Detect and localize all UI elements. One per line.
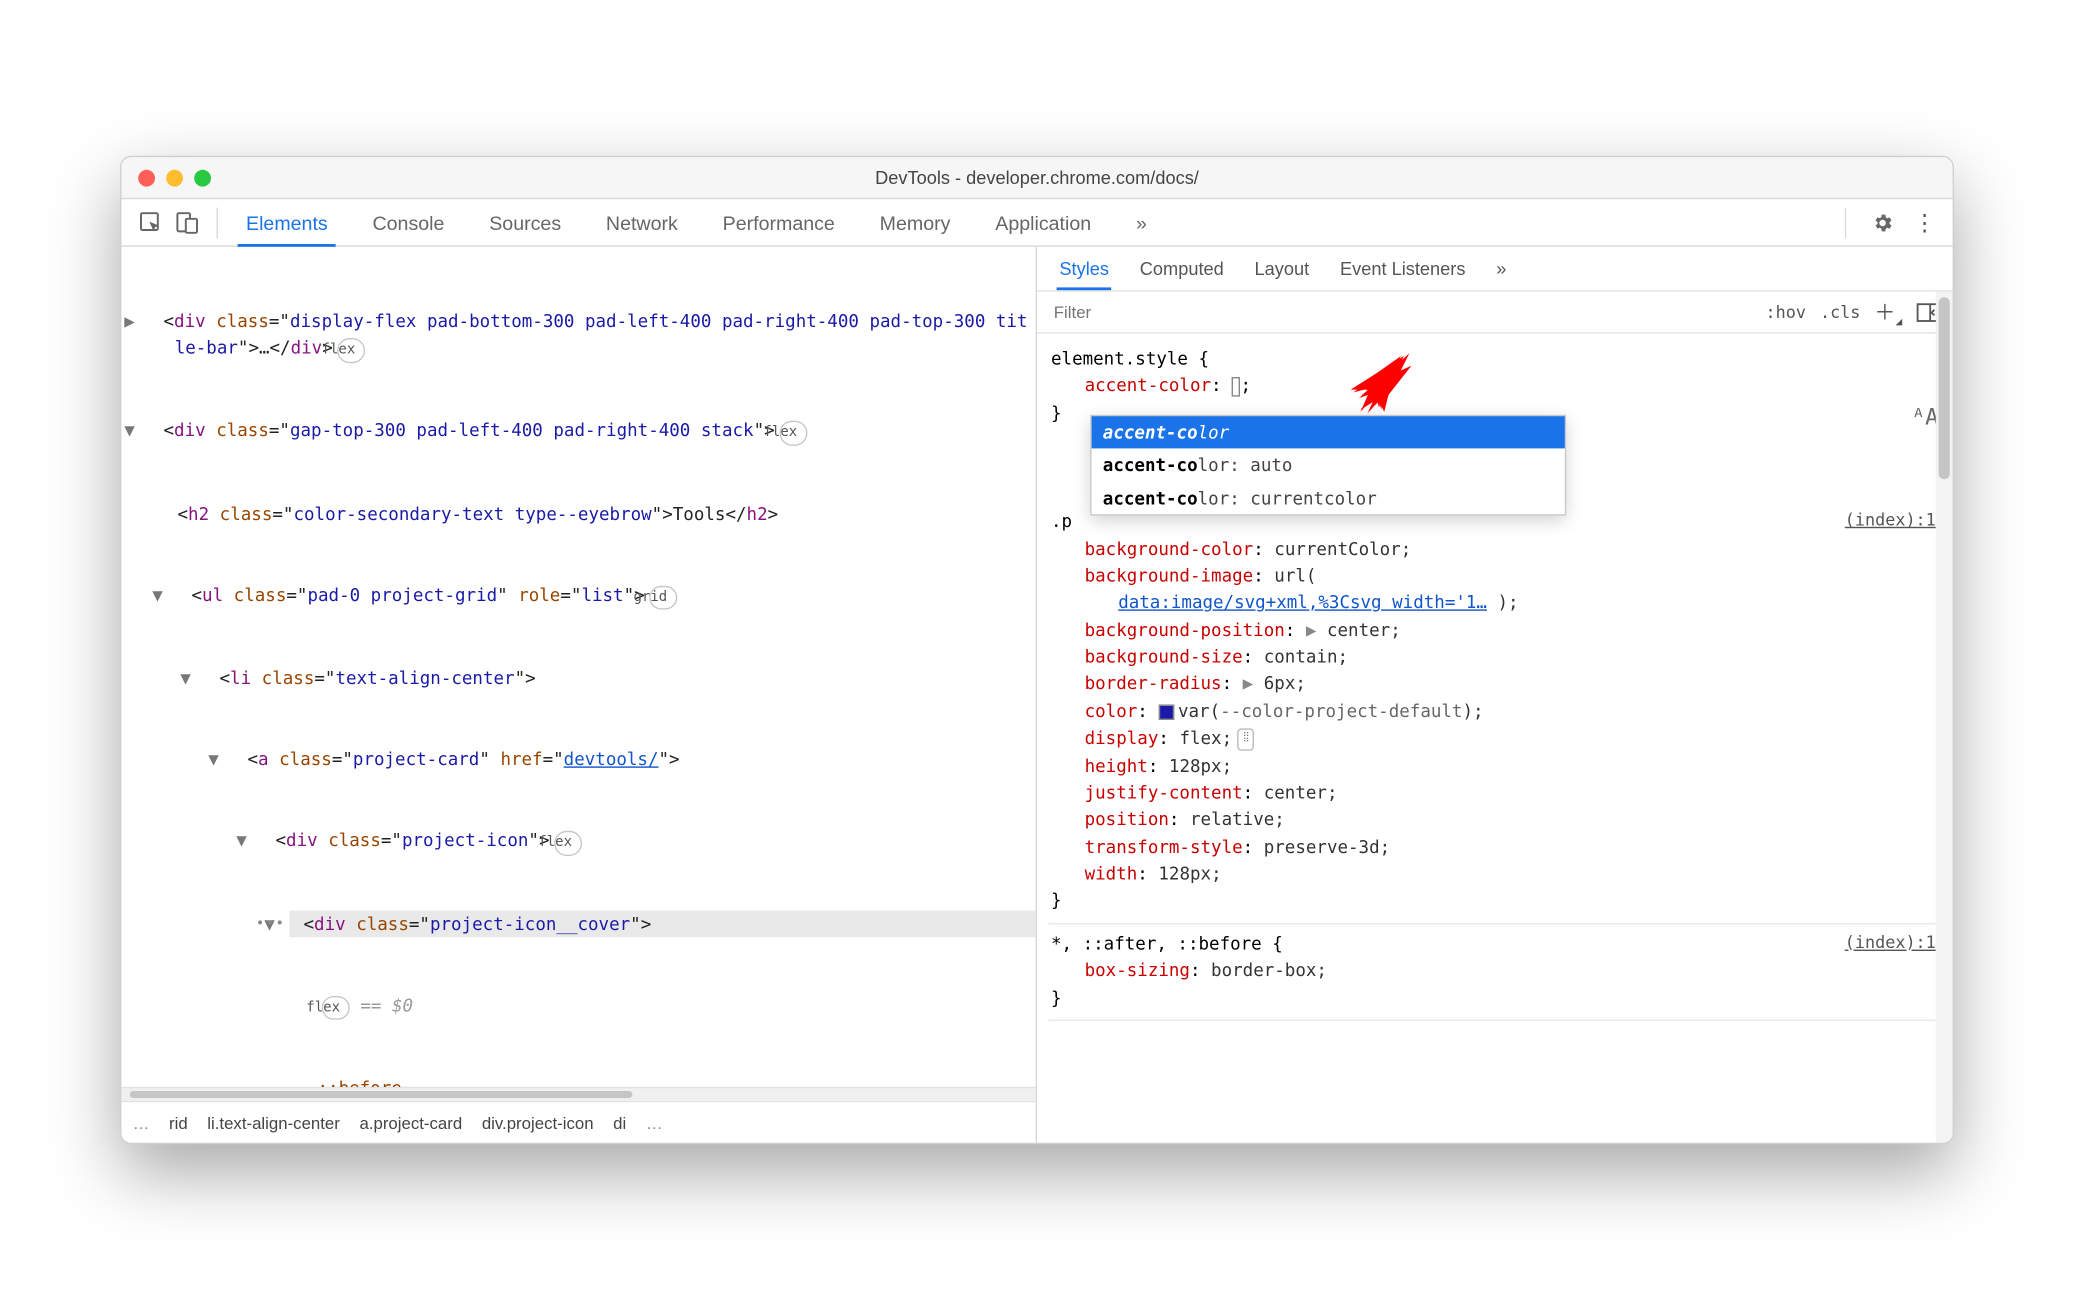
tab-application[interactable]: Application [973, 199, 1114, 245]
tab-sources[interactable]: Sources [467, 199, 584, 245]
subtab-styles[interactable]: Styles [1057, 249, 1112, 290]
crumb-ellipsis[interactable]: … [133, 1113, 150, 1133]
h2-text: Tools [673, 502, 726, 523]
devtools-tabs: Elements Console Sources Network Perform… [121, 199, 1952, 247]
minimize-window-button[interactable] [166, 169, 183, 186]
autocomplete-item[interactable]: accent-color: currentcolor [1092, 482, 1565, 515]
subtab-more[interactable]: » [1493, 250, 1509, 288]
brace-close: } [1051, 984, 1939, 1011]
color-swatch-icon[interactable] [1158, 704, 1173, 719]
autocomplete-item[interactable]: accent-color: auto [1092, 449, 1565, 482]
tab-more[interactable]: » [1114, 199, 1170, 245]
traffic-lights [138, 169, 211, 186]
editing-property[interactable]: accent-color [1085, 375, 1211, 396]
selector-truncated: .p [1051, 510, 1072, 531]
styles-subtabs: Styles Computed Layout Event Listeners » [1037, 247, 1953, 292]
window-title: DevTools - developer.chrome.com/docs/ [121, 167, 1952, 188]
cls-toggle[interactable]: .cls [1820, 302, 1860, 322]
tab-network[interactable]: Network [584, 199, 701, 245]
brace-close: } [1051, 887, 1939, 914]
styles-panel: Styles Computed Layout Event Listeners »… [1037, 247, 1953, 1143]
subtab-layout[interactable]: Layout [1252, 250, 1312, 288]
style-rules[interactable]: ᴬA element.style { accent-color: ; } acc… [1037, 334, 1953, 1143]
selector-universal: *, ::after, ::before { [1051, 930, 1939, 957]
new-rule-button[interactable]: ＋◢ [1874, 297, 1902, 328]
autocomplete-dropdown[interactable]: accent-color accent-color: auto accent-c… [1090, 415, 1566, 516]
main-panes: ▶<div class="display-flex pad-bottom-300… [121, 247, 1952, 1143]
editing-value: ; [1241, 375, 1252, 396]
rule-source-link[interactable]: (index):1 [1845, 507, 1936, 533]
more-menu-icon[interactable]: ⋮ [1913, 208, 1935, 236]
layout-pill-flex[interactable]: flex [322, 995, 350, 1020]
subtab-event-listeners[interactable]: Event Listeners [1337, 250, 1468, 288]
breadcrumb[interactable]: … rid li.text-align-center a.project-car… [121, 1101, 1035, 1143]
crumb-item[interactable]: rid [169, 1113, 188, 1133]
rule-universal[interactable]: (index):1 *, ::after, ::before { box-siz… [1048, 924, 1941, 1021]
autocomplete-item[interactable]: accent-color [1092, 416, 1565, 449]
pointer-arrow-icon [1342, 350, 1412, 420]
tab-memory[interactable]: Memory [857, 199, 973, 245]
subtab-computed[interactable]: Computed [1137, 250, 1227, 288]
dom-href-link[interactable]: devtools/ [564, 748, 659, 769]
inspect-icon[interactable] [138, 210, 163, 235]
zoom-window-button[interactable] [194, 169, 211, 186]
tab-console[interactable]: Console [350, 199, 467, 245]
titlebar: DevTools - developer.chrome.com/docs/ [121, 157, 1952, 199]
layout-pill-flex[interactable]: flex [779, 421, 807, 446]
console-selected-marker: == $0 [350, 994, 413, 1015]
bg-image-url-link[interactable]: data:image/svg+xml,%3Csvg width='1… [1118, 592, 1487, 613]
crumb-item[interactable]: di [613, 1113, 626, 1133]
selector-element-style: element.style { [1051, 345, 1939, 372]
crumb-item[interactable]: a.project-card [359, 1113, 462, 1133]
device-toggle-icon[interactable] [175, 210, 200, 235]
styles-filter-input[interactable] [1051, 301, 1751, 323]
styles-filter-bar: :hov .cls ＋◢ [1037, 292, 1953, 334]
crumb-item[interactable]: div.project-icon [482, 1113, 594, 1133]
rule-project-icon-cover[interactable]: (index):1 .p background-color: currentCo… [1048, 502, 1941, 924]
rule-source-link[interactable]: (index):1 [1845, 930, 1936, 956]
close-window-button[interactable] [138, 169, 155, 186]
tab-performance[interactable]: Performance [700, 199, 857, 245]
dom-tree[interactable]: ▶<div class="display-flex pad-bottom-300… [121, 247, 1035, 1087]
toolbar-left-icons [121, 210, 216, 235]
layout-pill-flex[interactable]: flex [554, 831, 582, 856]
pseudo-before[interactable]: ::before [317, 1077, 401, 1087]
elements-panel: ▶<div class="display-flex pad-bottom-300… [121, 247, 1037, 1143]
settings-gear-icon[interactable] [1871, 211, 1893, 233]
layout-pill-flex[interactable]: flex [337, 338, 365, 363]
vertical-scrollbar[interactable] [1936, 292, 1953, 1143]
layout-pill-grid[interactable]: grid [649, 585, 677, 610]
rule-element-style[interactable]: element.style { accent-color: ; } accent… [1048, 339, 1941, 434]
crumb-item[interactable]: li.text-align-center [207, 1113, 340, 1133]
hov-toggle[interactable]: :hov [1765, 302, 1805, 322]
selected-dom-node[interactable]: ▼<div class="project-icon__cover"> [289, 910, 1035, 937]
flex-editor-icon[interactable]: ⦙⦙ [1238, 728, 1255, 750]
devtools-window: DevTools - developer.chrome.com/docs/ El… [120, 156, 1954, 1144]
horizontal-scrollbar[interactable] [121, 1087, 1035, 1101]
tab-elements[interactable]: Elements [224, 199, 351, 245]
crumb-ellipsis[interactable]: … [646, 1113, 663, 1133]
